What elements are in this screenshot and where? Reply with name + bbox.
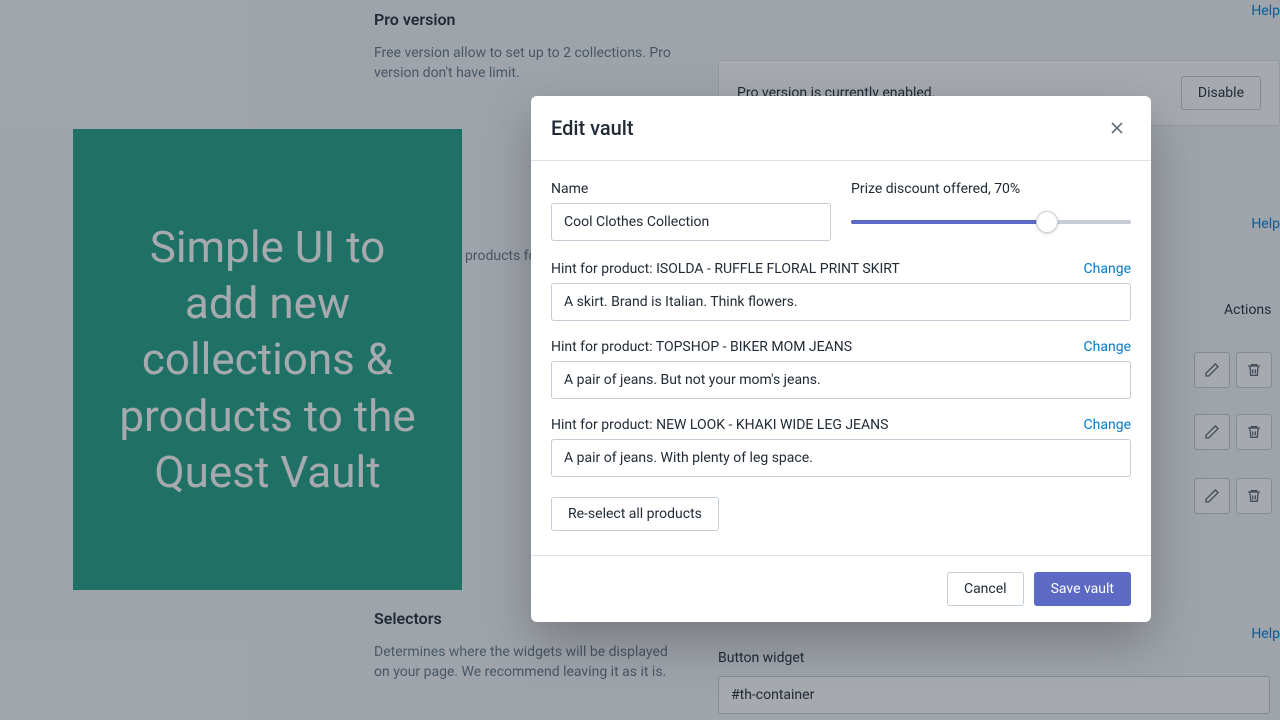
edit-vault-modal: Edit vault Name Prize discount offered, … (531, 96, 1151, 622)
discount-field: Prize discount offered, 70% (851, 181, 1131, 241)
save-vault-button[interactable]: Save vault (1034, 572, 1131, 606)
modal-header: Edit vault (531, 96, 1151, 161)
hint-block-2: Hint for product: TOPSHOP - BIKER MOM JE… (551, 339, 1131, 399)
change-link-3[interactable]: Change (1084, 417, 1131, 433)
discount-slider[interactable] (851, 203, 1131, 241)
hint-label-3: Hint for product: NEW LOOK - KHAKI WIDE … (551, 417, 888, 433)
slider-track (851, 220, 1131, 224)
close-icon (1107, 118, 1127, 138)
change-link-2[interactable]: Change (1084, 339, 1131, 355)
modal-title: Edit vault (551, 116, 634, 140)
discount-label: Prize discount offered, 70% (851, 181, 1131, 197)
hint-label-2: Hint for product: TOPSHOP - BIKER MOM JE… (551, 339, 852, 355)
hint-label-1: Hint for product: ISOLDA - RUFFLE FLORAL… (551, 261, 900, 277)
name-input[interactable] (551, 203, 831, 241)
name-label: Name (551, 181, 831, 197)
close-button[interactable] (1103, 114, 1131, 142)
modal-body: Name Prize discount offered, 70% Hint fo… (531, 161, 1151, 556)
name-field: Name (551, 181, 831, 241)
modal-footer: Cancel Save vault (531, 556, 1151, 622)
hint-block-3: Hint for product: NEW LOOK - KHAKI WIDE … (551, 417, 1131, 477)
slider-fill (851, 220, 1047, 224)
cancel-button[interactable]: Cancel (947, 572, 1024, 606)
hint-input-3[interactable] (551, 439, 1131, 477)
slider-thumb[interactable] (1036, 211, 1058, 233)
change-link-1[interactable]: Change (1084, 261, 1131, 277)
hint-input-1[interactable] (551, 283, 1131, 321)
reselect-products-button[interactable]: Re-select all products (551, 497, 719, 531)
hint-input-2[interactable] (551, 361, 1131, 399)
hint-block-1: Hint for product: ISOLDA - RUFFLE FLORAL… (551, 261, 1131, 321)
